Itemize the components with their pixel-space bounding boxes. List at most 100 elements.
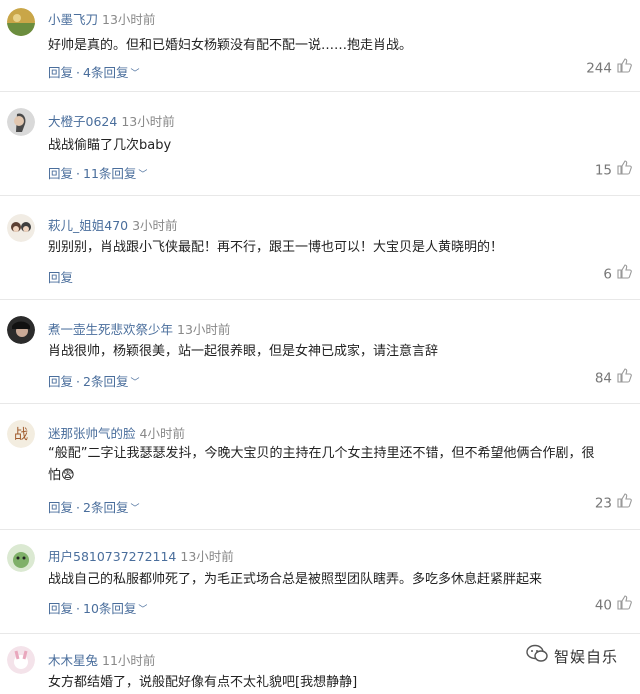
replies-count: 2条回复 [83, 374, 129, 389]
comment-text-line: 战战自己的私服都帅死了，为毛正式场合总是被照型团队瞎弄。多吃多休息赶紧胖起来 [48, 572, 543, 587]
comment-text-line: 肖战很帅，杨颖很美，站一起很养眼，但是女神已成家，请注意言辞 [48, 344, 439, 359]
like-count: 40 [594, 597, 612, 614]
comment-user[interactable]: 用户5810737272114 13小时前 [48, 546, 234, 565]
comment-time: 4小时前 [139, 426, 185, 441]
comment-actions: 回复 · 2条回复 ﹀ [48, 497, 139, 516]
comment-time: 11小时前 [102, 653, 156, 668]
username[interactable]: 迷那张帅气的脸 [48, 426, 136, 441]
replies-count: 10条回复 [83, 601, 137, 616]
like-button[interactable]: 40 [594, 594, 632, 614]
reply-button[interactable]: 回复 [48, 270, 73, 285]
reply-button[interactable]: 回复 [48, 374, 73, 389]
comment-actions: 回复 · 10条回复 ﹀ [48, 598, 147, 617]
watermark-text: 智娱自乐 [553, 648, 618, 666]
comment-time: 13小时前 [177, 322, 231, 337]
username[interactable]: 用户5810737272114 [48, 549, 176, 564]
like-button[interactable]: 15 [594, 159, 632, 179]
avatar[interactable] [7, 108, 35, 136]
comment-user[interactable]: 迷那张帅气的脸 4小时前 [48, 423, 185, 442]
thumbs-up-icon [616, 57, 632, 77]
comment-text-line: 女方都结婚了，说般配好像有点不太礼貌吧[我想静静] [48, 675, 358, 690]
comment-text: 战战偷瞄了几次baby [48, 135, 640, 157]
comment-text: 好帅是真的。但和已婚妇女杨颖没有配不配一说……抱走肖战。 [48, 35, 640, 57]
view-replies-button[interactable]: 11条回复 ﹀ [83, 166, 147, 181]
comment-text: 战战自己的私服都帅死了，为毛正式场合总是被照型团队瞎弄。多吃多休息赶紧胖起来 [48, 569, 640, 591]
comment-text-line: 怕😨 [48, 468, 75, 483]
comment-actions: 回复 · 4条回复 ﹀ [48, 62, 139, 81]
comment-item: 萩儿_姐姐470 3小时前 别别别，肖战跟小飞侠最配！再不行，跟王一博也可以！大宝… [0, 196, 640, 300]
replies-count: 4条回复 [83, 65, 129, 80]
avatar[interactable] [7, 544, 35, 572]
like-button[interactable]: 244 [586, 57, 632, 77]
comment-text-line: “般配”二字让我瑟瑟发抖，今晚大宝贝的主持在几个女主持里还不错，但不希望他俩合作… [48, 446, 595, 461]
comment-time: 13小时前 [102, 12, 156, 27]
thumbs-up-icon [616, 367, 632, 387]
comment-actions: 回复 · 11条回复 ﹀ [48, 163, 147, 182]
wechat-icon [526, 644, 548, 668]
comment-time: 13小时前 [180, 549, 234, 564]
comment-text-line: 好帅是真的。但和已婚妇女杨颖没有配不配一说……抱走肖战。 [48, 38, 413, 53]
separator-dot: · [76, 500, 80, 515]
comment-text: 女方都结婚了，说般配好像有点不太礼貌吧[我想静静] [48, 672, 640, 694]
svg-text:战: 战 [14, 427, 28, 443]
like-count: 84 [594, 370, 612, 387]
reply-button[interactable]: 回复 [48, 166, 73, 181]
username[interactable]: 大橙子0624 [48, 114, 117, 129]
thumbs-up-icon [616, 159, 632, 179]
comment-text: 肖战很帅，杨颖很美，站一起很养眼，但是女神已成家，请注意言辞 [48, 341, 640, 363]
comment-text: 别别别，肖战跟小飞侠最配！再不行，跟王一博也可以！大宝贝是人黄晓明的！ [48, 237, 640, 259]
like-count: 15 [594, 162, 612, 179]
chevron-down-icon: ﹀ [130, 504, 140, 514]
avatar[interactable] [7, 8, 35, 36]
username[interactable]: 萩儿_姐姐470 [48, 218, 128, 233]
comment-time: 3小时前 [132, 218, 178, 233]
reply-button[interactable]: 回复 [48, 65, 73, 80]
reply-button[interactable]: 回复 [48, 500, 73, 515]
like-button[interactable]: 23 [594, 492, 632, 512]
comment-user[interactable]: 大橙子0624 13小时前 [48, 111, 175, 130]
comment-user[interactable]: 木木星兔 11小时前 [48, 650, 155, 669]
comment-actions: 回复 · 2条回复 ﹀ [48, 371, 139, 390]
chevron-down-icon: ﹀ [138, 605, 148, 615]
like-count: 244 [586, 60, 612, 77]
comment-user[interactable]: 小墨飞刀 13小时前 [48, 9, 155, 28]
comment-user[interactable]: 萩儿_姐姐470 3小时前 [48, 215, 178, 234]
like-button[interactable]: 84 [594, 367, 632, 387]
comment-user[interactable]: 煮一壶生死悲欢祭少年 13小时前 [48, 319, 230, 338]
comment-item: 用户5810737272114 13小时前 战战自己的私服都帅死了，为毛正式场合总… [0, 530, 640, 634]
comment-text: “般配”二字让我瑟瑟发抖，今晚大宝贝的主持在几个女主持里还不错，但不希望他俩合作… [48, 443, 640, 487]
avatar[interactable] [7, 214, 35, 242]
view-replies-button[interactable]: 2条回复 ﹀ [83, 374, 139, 389]
username[interactable]: 小墨飞刀 [48, 12, 98, 27]
comment-text-line: 别别别，肖战跟小飞侠最配！再不行，跟王一博也可以！大宝贝是人黄晓明的！ [48, 240, 504, 255]
comment-item: 大橙子0624 13小时前 战战偷瞄了几次baby 回复 · 11条回复 ﹀ 15 [0, 92, 640, 196]
separator-dot: · [76, 166, 80, 181]
thumbs-up-icon [616, 492, 632, 512]
comment-item: 战 迷那张帅气的脸 4小时前 “般配”二字让我瑟瑟发抖，今晚大宝贝的主持在几个女主… [0, 404, 640, 530]
username[interactable]: 煮一壶生死悲欢祭少年 [48, 322, 173, 337]
chevron-down-icon: ﹀ [130, 378, 140, 388]
view-replies-button[interactable]: 10条回复 ﹀ [83, 601, 147, 616]
avatar[interactable] [7, 316, 35, 344]
replies-count: 11条回复 [83, 166, 137, 181]
avatar[interactable]: 战 [7, 420, 35, 448]
separator-dot: · [76, 374, 80, 389]
comment-time: 13小时前 [121, 114, 175, 129]
like-count: 6 [603, 266, 612, 283]
comment-item: 煮一壶生死悲欢祭少年 13小时前 肖战很帅，杨颖很美，站一起很养眼，但是女神已成家… [0, 300, 640, 404]
thumbs-up-icon [616, 263, 632, 283]
comment-actions: 回复 [48, 267, 73, 286]
separator-dot: · [76, 601, 80, 616]
username[interactable]: 木木星兔 [48, 653, 98, 668]
view-replies-button[interactable]: 4条回复 ﹀ [83, 65, 139, 80]
thumbs-up-icon [616, 594, 632, 614]
reply-button[interactable]: 回复 [48, 601, 73, 616]
like-button[interactable]: 6 [603, 263, 632, 283]
comment-text-line: 战战偷瞄了几次baby [48, 138, 172, 153]
view-replies-button[interactable]: 2条回复 ﹀ [83, 500, 139, 515]
avatar[interactable] [7, 646, 35, 674]
separator-dot: · [76, 65, 80, 80]
comment-item: 小墨飞刀 13小时前 好帅是真的。但和已婚妇女杨颖没有配不配一说……抱走肖战。 回… [0, 0, 640, 92]
like-count: 23 [594, 495, 612, 512]
chevron-down-icon: ﹀ [130, 69, 140, 79]
